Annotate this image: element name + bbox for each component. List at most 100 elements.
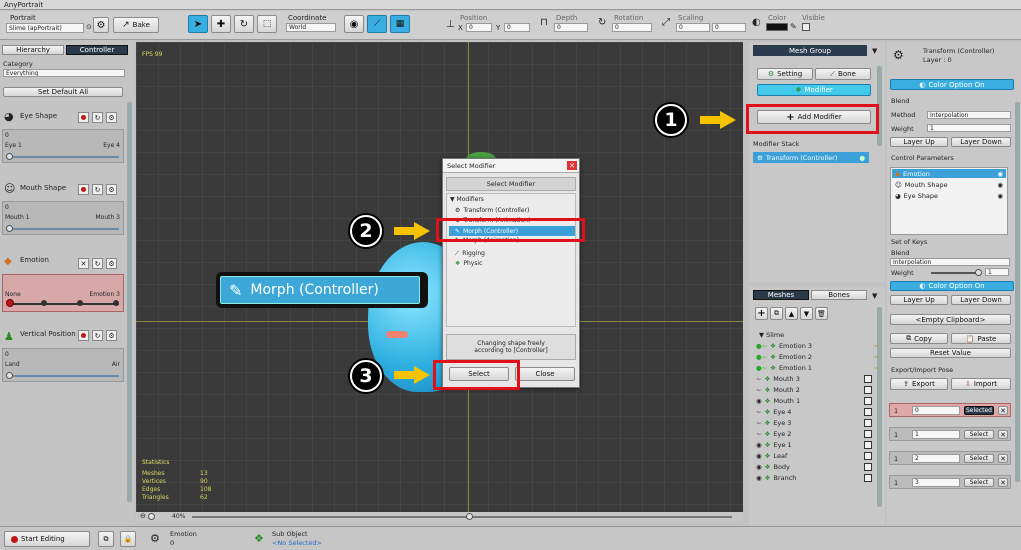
list-item[interactable]: ~ ❖ Eye 3: [756, 418, 878, 428]
layer-up-button[interactable]: Layer Up: [890, 137, 948, 147]
eye-icon[interactable]: ◉: [756, 474, 762, 482]
list-item[interactable]: ❖ Physic: [455, 259, 575, 268]
zoom-out-icon[interactable]: ⊖: [140, 512, 146, 520]
settings-button[interactable]: ⚙: [93, 17, 109, 33]
layer-down2-button[interactable]: Layer Down: [951, 295, 1011, 305]
settings-button[interactable]: ⚙: [106, 112, 117, 123]
key-delete-button[interactable]: ✕: [998, 454, 1008, 463]
delete-button[interactable]: 🗑: [815, 307, 828, 320]
eyedropper-icon[interactable]: ✎: [790, 22, 797, 31]
rotate-tool-button[interactable]: ↻: [234, 15, 254, 33]
checkbox[interactable]: [864, 430, 872, 438]
scaling-x-input[interactable]: 0: [676, 23, 710, 32]
color-option2-button[interactable]: ◐ Color Option On: [890, 281, 1014, 291]
weight2-knob[interactable]: [975, 269, 982, 276]
blend2-select[interactable]: Interpolation: [890, 258, 1010, 266]
copy-button[interactable]: ⧉ Copy: [890, 333, 948, 344]
visibility-icon[interactable]: ●~: [756, 342, 767, 350]
list-item[interactable]: ●~ ❖ Emotion 3 ⌁: [756, 341, 878, 351]
visible-checkbox[interactable]: [802, 23, 810, 31]
visibility-icon[interactable]: ~: [756, 419, 761, 427]
key-row-selected[interactable]: 1 0 Selected ✕: [889, 403, 1011, 417]
list-item[interactable]: ◕ Eye Shape ◉: [892, 191, 1006, 200]
depth-input[interactable]: 0: [554, 23, 588, 32]
slider-stop[interactable]: [6, 299, 14, 307]
reset-value-button[interactable]: Reset Value: [890, 348, 1011, 358]
eye-icon[interactable]: ◉: [997, 181, 1003, 189]
eye-icon[interactable]: ◉: [756, 397, 762, 405]
position-x-input[interactable]: 0: [466, 23, 492, 32]
slider-stop[interactable]: [113, 300, 119, 306]
checkbox[interactable]: [864, 441, 872, 449]
checkbox[interactable]: [864, 452, 872, 460]
key-row[interactable]: 1 2 Select ✕: [889, 451, 1011, 465]
add-mesh-button[interactable]: +: [755, 307, 768, 320]
select-tool-button[interactable]: ➤: [188, 15, 208, 33]
weight2-input[interactable]: 1: [985, 268, 1009, 276]
slider-knob[interactable]: [6, 153, 13, 160]
modifiers-group[interactable]: ▼ Modifiers: [450, 196, 484, 203]
reset-button[interactable]: ↻: [92, 330, 103, 341]
visibility-icon[interactable]: ~: [756, 408, 761, 416]
mesh-view-button[interactable]: ▦: [390, 15, 410, 33]
stack-item-selected[interactable]: ⚙ Transform (Controller) ●: [753, 152, 869, 163]
checkbox[interactable]: [864, 408, 872, 416]
list-item[interactable]: ◉ ❖ Leaf: [756, 451, 878, 461]
param-slider[interactable]: [9, 156, 119, 158]
import-button[interactable]: ⇩ Import: [951, 378, 1011, 390]
move-tool-button[interactable]: ✚: [211, 15, 231, 33]
bone-button[interactable]: ⟋ Bone: [815, 68, 871, 80]
visibility-icon[interactable]: ~: [756, 375, 761, 383]
tab-bones[interactable]: Bones: [811, 290, 867, 300]
method-select[interactable]: Interpolation: [927, 111, 1011, 119]
move-up-button[interactable]: ▲: [785, 307, 798, 320]
settings-button[interactable]: ⚙: [106, 258, 117, 269]
horizontal-scroll-knob[interactable]: [466, 513, 473, 520]
key-select-button[interactable]: Select: [964, 478, 994, 487]
onion-button[interactable]: ◉: [344, 15, 364, 33]
set-default-all-button[interactable]: Set Default All: [3, 87, 123, 97]
start-editing-button[interactable]: Start Editing: [4, 531, 90, 547]
lightbulb-icon[interactable]: ●: [859, 154, 865, 162]
close-button[interactable]: ✕: [78, 258, 89, 269]
eye-icon[interactable]: ◉: [756, 452, 762, 460]
key-value-input[interactable]: 1: [912, 430, 960, 439]
record-button[interactable]: [78, 112, 89, 123]
bake-button[interactable]: ↗ Bake: [113, 17, 159, 33]
eye-icon[interactable]: ◉: [756, 441, 762, 449]
left-scrollbar[interactable]: [127, 102, 132, 502]
settings-button[interactable]: ⚙: [106, 184, 117, 195]
key-delete-button[interactable]: ✕: [998, 406, 1008, 415]
color-swatch[interactable]: [766, 23, 788, 31]
reset-button[interactable]: ↻: [92, 184, 103, 195]
visibility-icon[interactable]: ●~: [756, 353, 767, 361]
key-delete-button[interactable]: ✕: [998, 430, 1008, 439]
zoom-track[interactable]: [192, 516, 732, 518]
reset-button[interactable]: ↻: [92, 258, 103, 269]
export-button[interactable]: ⇪ Export: [890, 378, 948, 390]
checkbox[interactable]: [864, 474, 872, 482]
bone-view-button[interactable]: ⟋: [367, 15, 387, 33]
key-row[interactable]: 1 3 Select ✕: [889, 475, 1011, 489]
slider-knob[interactable]: [6, 225, 13, 232]
weight-input[interactable]: 1: [927, 124, 1011, 132]
list-item[interactable]: ~ ❖ Eye 2: [756, 429, 878, 439]
key-value-input[interactable]: 3: [912, 478, 960, 487]
edit-mode-button[interactable]: ⧉: [98, 531, 114, 547]
list-item[interactable]: ◉ ❖ Branch: [756, 473, 878, 483]
checkbox[interactable]: [864, 386, 872, 394]
tab-hierarchy[interactable]: Hierarchy: [2, 45, 64, 55]
list-item[interactable]: ●~ ❖ Emotion 2 ⌁: [756, 352, 878, 362]
key-select-button[interactable]: Select: [964, 454, 994, 463]
list-item[interactable]: ⟋ Rigging: [455, 249, 575, 258]
checkbox[interactable]: [864, 397, 872, 405]
rotation-input[interactable]: 0: [612, 23, 652, 32]
move-down-button[interactable]: ▼: [800, 307, 813, 320]
record-button[interactable]: [78, 184, 89, 195]
checkbox[interactable]: [864, 419, 872, 427]
checkbox[interactable]: [864, 463, 872, 471]
settings-button[interactable]: ⚙: [106, 330, 117, 341]
list-item[interactable]: ◉ ❖ Mouth 1: [756, 396, 878, 406]
slider-stop[interactable]: [41, 300, 47, 306]
key-row[interactable]: 1 1 Select ✕: [889, 427, 1011, 441]
